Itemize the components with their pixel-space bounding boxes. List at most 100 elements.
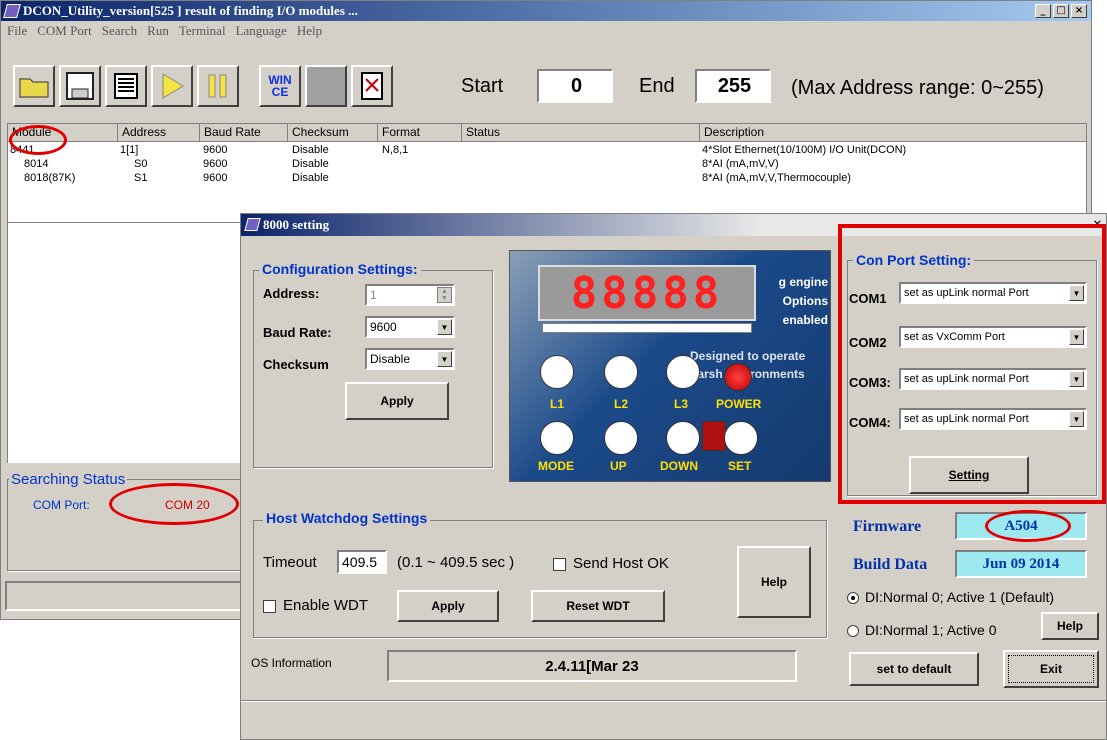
- com4-select[interactable]: set as upLink normal Port ▼: [899, 408, 1087, 430]
- close-button[interactable]: ×: [1071, 4, 1087, 18]
- di-normal1-label: DI:Normal 1; Active 0: [865, 622, 997, 638]
- save-button[interactable]: [59, 65, 101, 107]
- com-setting-button[interactable]: Setting: [909, 456, 1029, 494]
- play-icon: [162, 73, 184, 99]
- com4-label: COM4:: [849, 415, 891, 430]
- di-normal1-radio[interactable]: [847, 625, 859, 637]
- module-highlight-ellipse: [9, 125, 67, 155]
- watchdog-help-button[interactable]: Help: [737, 546, 811, 618]
- com2-select[interactable]: set as VxComm Port ▼: [899, 326, 1087, 348]
- address-spin-input[interactable]: 1 ▲ ▼: [365, 284, 455, 306]
- com3-value: set as upLink normal Port: [904, 373, 1029, 385]
- led-l2: [604, 355, 638, 389]
- lcd-digits: 88888: [570, 267, 724, 319]
- header-description[interactable]: Description: [700, 124, 1086, 142]
- address-label: Address:: [263, 286, 320, 301]
- exit-button[interactable]: Exit: [1003, 650, 1099, 688]
- build-data-label: Build Data: [853, 556, 928, 573]
- dialog-title-text: 8000 setting: [263, 217, 330, 232]
- chevron-down-icon[interactable]: ▼: [1069, 411, 1084, 427]
- table-row[interactable]: 8014 S0 9600 Disable 8*AI (mA,mV,V): [8, 158, 1086, 172]
- address-value: 1: [370, 288, 377, 302]
- com3-select[interactable]: set as upLink normal Port ▼: [899, 368, 1087, 390]
- menu-terminal[interactable]: Terminal: [179, 23, 226, 41]
- chevron-down-icon[interactable]: ▼: [437, 351, 452, 367]
- menu-com-port[interactable]: COM Port: [37, 23, 92, 41]
- chevron-down-icon[interactable]: ▼: [437, 319, 452, 335]
- dialog-icon: [244, 218, 261, 231]
- chevron-down-icon[interactable]: ▼: [1069, 329, 1084, 345]
- address-range-text: (Max Address range: 0~255): [791, 77, 1044, 99]
- start-label: Start: [461, 75, 504, 97]
- com1-label: COM1: [849, 291, 887, 306]
- os-information-text: 2.4.11[Mar 23: [545, 657, 639, 675]
- config-apply-button[interactable]: Apply: [345, 382, 449, 420]
- menu-search[interactable]: Search: [102, 23, 137, 41]
- menu-run[interactable]: Run: [147, 23, 169, 41]
- com1-value: set as upLink normal Port: [904, 287, 1029, 299]
- os-information-value: 2.4.11[Mar 23: [387, 650, 797, 682]
- set-to-default-button[interactable]: set to default: [849, 652, 979, 686]
- end-label: End: [639, 75, 675, 97]
- set-key[interactable]: [724, 421, 758, 455]
- mode-key-label: MODE: [538, 459, 574, 473]
- menu-file[interactable]: File: [7, 23, 27, 41]
- menu-help[interactable]: Help: [297, 23, 322, 41]
- dialog-status-bar: [241, 700, 1106, 702]
- cell-module: 8014: [24, 158, 49, 170]
- timeout-input[interactable]: 409.5: [337, 550, 387, 574]
- pause-icon: [208, 74, 227, 98]
- start-address-input[interactable]: 0: [537, 69, 613, 103]
- watchdog-apply-button[interactable]: Apply: [397, 590, 499, 622]
- chevron-down-icon[interactable]: ▼: [1069, 371, 1084, 387]
- wince-button[interactable]: WIN CE: [259, 65, 301, 107]
- header-format[interactable]: Format: [378, 124, 462, 142]
- enable-wdt-checkbox[interactable]: [263, 600, 276, 613]
- cell-checksum: Disable: [292, 172, 329, 184]
- baud-rate-select[interactable]: 9600 ▼: [365, 316, 455, 338]
- end-address-input[interactable]: 255: [695, 69, 771, 103]
- led-l3-label: L3: [674, 397, 689, 411]
- header-status[interactable]: Status: [462, 124, 700, 142]
- toolbar: WIN CE Start 0 End 255 (Max Address rang…: [9, 45, 1089, 117]
- mode-key[interactable]: [540, 421, 574, 455]
- di-normal0-radio[interactable]: [847, 592, 859, 604]
- send-host-ok-checkbox[interactable]: [553, 558, 566, 571]
- up-key[interactable]: [604, 421, 638, 455]
- com2-label: COM2: [849, 335, 887, 350]
- led-power: [724, 363, 752, 391]
- checksum-select[interactable]: Disable ▼: [365, 348, 455, 370]
- pause-button[interactable]: [197, 65, 239, 107]
- led-l3: [666, 355, 700, 389]
- build-data-value-text: Jun 09 2014: [982, 555, 1060, 572]
- menu-language[interactable]: Language: [236, 23, 287, 41]
- header-checksum[interactable]: Checksum: [288, 124, 378, 142]
- reset-wdt-button[interactable]: Reset WDT: [531, 590, 665, 622]
- chevron-down-icon[interactable]: ▼: [1069, 285, 1084, 301]
- main-list-area: [7, 223, 247, 463]
- panel-scrollbar[interactable]: [542, 323, 752, 333]
- module-config-icon: [361, 72, 383, 100]
- cell-baud: 9600: [203, 172, 228, 184]
- di-help-button[interactable]: Help: [1041, 612, 1099, 640]
- firmware-highlight-ellipse: [985, 510, 1071, 542]
- open-folder-button[interactable]: [13, 65, 55, 107]
- header-baud-rate[interactable]: Baud Rate: [200, 124, 288, 142]
- down-key[interactable]: [666, 421, 700, 455]
- red-square-key[interactable]: [702, 421, 726, 451]
- app-icon: [3, 4, 21, 18]
- disabled-tool-button[interactable]: [305, 65, 347, 107]
- config-button[interactable]: [351, 65, 393, 107]
- table-row[interactable]: 8441 1[1] 9600 Disable N,8,1 4*Slot Ethe…: [8, 144, 1086, 158]
- header-address[interactable]: Address: [118, 124, 200, 142]
- wince-icon: WIN CE: [268, 73, 292, 99]
- com1-select[interactable]: set as upLink normal Port ▼: [899, 282, 1087, 304]
- table-row[interactable]: 8018(87K) S1 9600 Disable 8*AI (mA,mV,V,…: [8, 172, 1086, 186]
- run-button[interactable]: [151, 65, 193, 107]
- list-button[interactable]: [105, 65, 147, 107]
- minimize-button[interactable]: _: [1035, 4, 1051, 18]
- spin-arrows-icon[interactable]: ▲ ▼: [437, 287, 452, 303]
- led-l1: [540, 355, 574, 389]
- maximize-button[interactable]: □: [1053, 4, 1069, 18]
- send-host-ok-label: Send Host OK: [573, 555, 669, 572]
